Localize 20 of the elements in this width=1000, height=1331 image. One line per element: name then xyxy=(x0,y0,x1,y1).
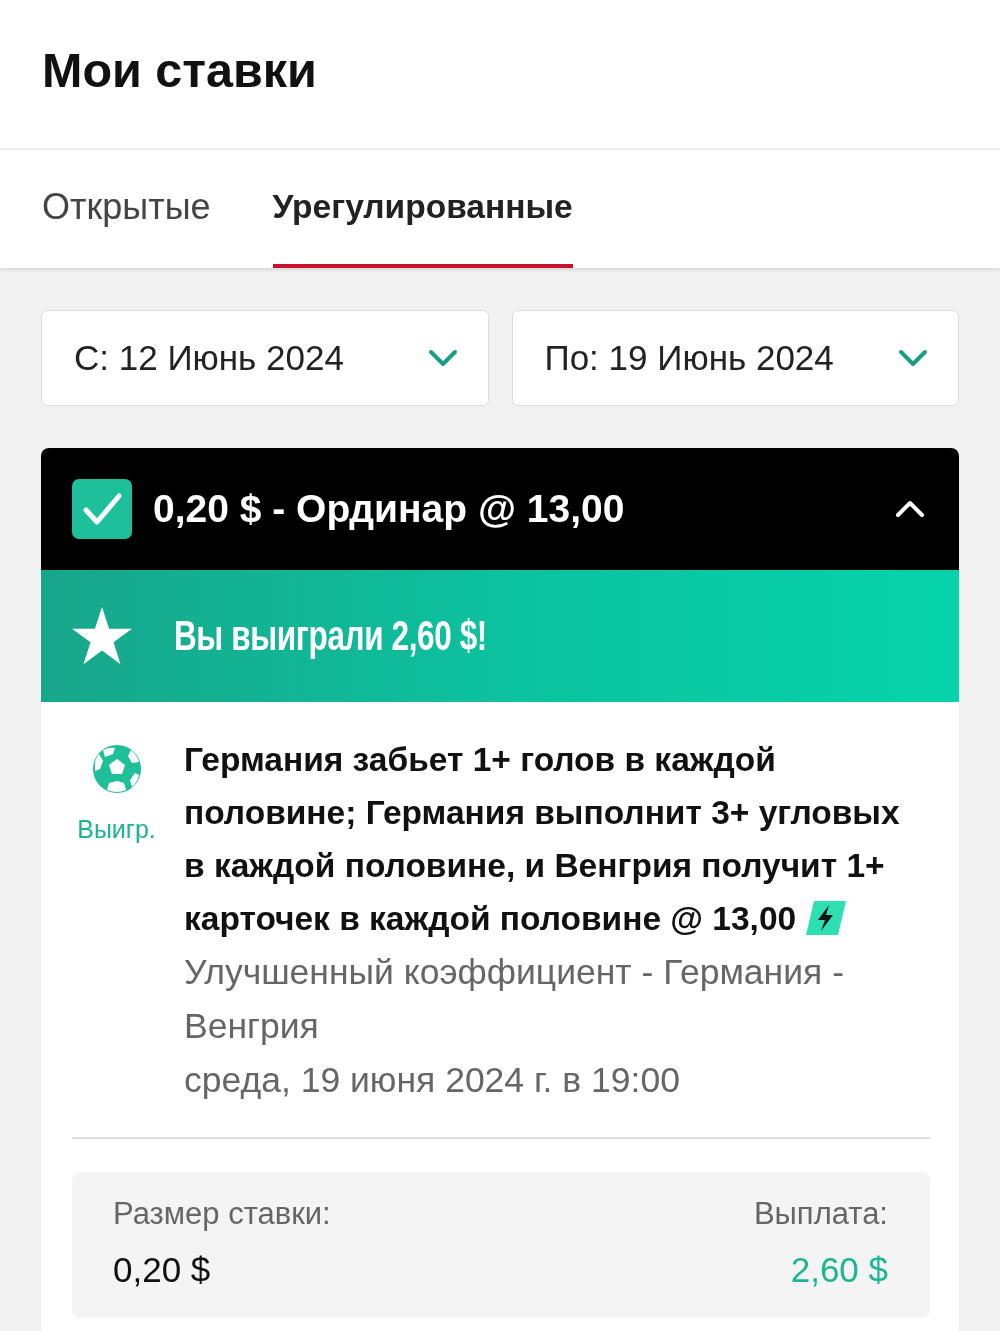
chevron-down-icon xyxy=(427,349,458,367)
tab[interactable]: Урегулированные xyxy=(272,150,573,268)
status-label: Выигр. xyxy=(77,815,156,844)
date-dropdown[interactable]: По: 19 Июнь 2024 xyxy=(511,310,959,406)
page-title: Мои ставки xyxy=(42,42,317,98)
date-dropdown[interactable]: С: 12 Июнь 2024 xyxy=(41,310,489,406)
bet-title: 0,20 $ - Ординар @ 13,00 xyxy=(153,487,625,531)
chevron-up-icon[interactable] xyxy=(895,500,925,518)
event-date: среда, 19 июня 2024 г. в 19:00 xyxy=(184,1059,681,1102)
tab[interactable]: Открытые xyxy=(42,150,211,268)
win-message: Вы выиграли 2,60 $! xyxy=(174,612,487,660)
star-icon xyxy=(72,607,132,665)
selection-text: Германия забьет 1+ голов в каждой половине; Германия выполнит 3+ угловых в каждой половине, и Венгрия получит 1+ карточек в каждой половине @ 13,00 xyxy=(184,741,900,937)
stake-label: Размер ставки: xyxy=(113,1196,331,1232)
checkbox[interactable] xyxy=(72,479,132,539)
stake-value: 0,20 $ xyxy=(113,1250,211,1290)
payout-label: Выплата: xyxy=(753,1196,888,1232)
payout-value: 2,60 $ xyxy=(790,1250,888,1290)
soccer-ball-icon xyxy=(92,745,141,793)
chevron-down-icon xyxy=(898,349,928,367)
